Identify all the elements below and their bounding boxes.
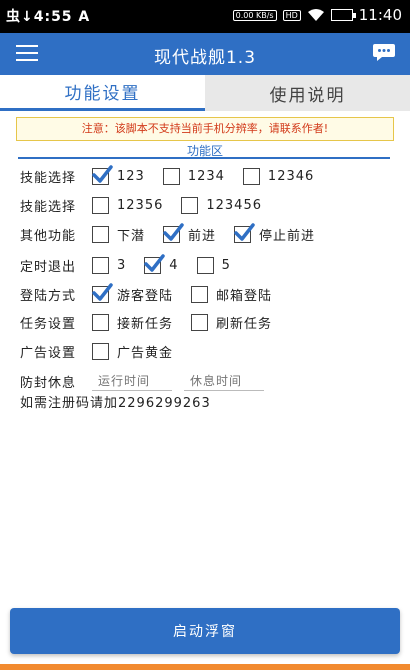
checkbox-checked[interactable]: [144, 253, 166, 274]
wifi-icon: [307, 9, 324, 21]
option[interactable]: 下潜: [92, 225, 145, 244]
checkbox[interactable]: [162, 167, 180, 185]
tab-bar: 功能设置 使用说明: [0, 75, 410, 111]
option-label: 刷新任务: [216, 316, 273, 332]
row-label: 其他功能: [20, 228, 77, 244]
option-label: 123456: [206, 197, 262, 213]
settings-row: 登陆方式 游客登陆 邮箱登陆: [20, 282, 290, 306]
option[interactable]: 停止前进: [234, 222, 316, 244]
anti-ban-label: 防封休息: [20, 375, 77, 391]
option-label: 下潜: [117, 228, 146, 244]
checkbox-checked[interactable]: [163, 222, 184, 243]
option-label: 广告黄金: [117, 345, 174, 361]
row-label: 登陆方式: [20, 288, 77, 304]
option-label: 4: [169, 257, 179, 273]
network-speed: 0.00 KB/s: [232, 9, 277, 21]
app-bar: 现代战舰1.3: [0, 33, 410, 75]
row-label: 定时退出: [20, 259, 77, 275]
run-time-input[interactable]: [92, 371, 172, 391]
settings-row: 技能选择 12356 123456: [20, 193, 280, 217]
bottom-strip: [0, 664, 410, 670]
option[interactable]: 12356: [92, 196, 164, 214]
option-label: 12346: [267, 168, 315, 184]
option[interactable]: 3: [92, 256, 127, 274]
checkbox[interactable]: [242, 167, 260, 185]
row-label: 技能选择: [20, 170, 77, 186]
option[interactable]: 广告黄金: [92, 342, 173, 361]
row-label: 任务设置: [20, 316, 77, 332]
option[interactable]: 刷新任务: [191, 313, 272, 332]
option-label: 1234: [187, 168, 225, 184]
hd-badge: HD: [282, 9, 301, 21]
checkbox[interactable]: [191, 285, 209, 303]
checkbox-checked[interactable]: [92, 282, 113, 303]
checkbox[interactable]: [196, 256, 214, 274]
option[interactable]: 接新任务: [92, 313, 173, 332]
anti-ban-row: 防封休息: [20, 369, 276, 393]
settings-row: 广告设置 广告黄金: [20, 339, 191, 363]
option[interactable]: 12346: [242, 167, 315, 185]
option-label: 12356: [117, 197, 164, 213]
checkbox-checked[interactable]: [92, 164, 113, 185]
option[interactable]: 5: [196, 256, 231, 274]
status-time: 11:40: [358, 6, 402, 24]
settings-row: 任务设置 接新任务 刷新任务: [20, 310, 290, 334]
option[interactable]: 123: [92, 164, 145, 185]
status-bar: 虫↓4:55 A 0.00 KB/s HD 11:40: [0, 0, 410, 33]
checkbox[interactable]: [92, 196, 109, 214]
option[interactable]: 4: [144, 253, 179, 274]
registration-info: 如需注册码请加2296299263: [20, 396, 211, 411]
tab-function-settings[interactable]: 功能设置: [0, 75, 205, 111]
settings-row: 定时退出 3 4 5: [20, 253, 249, 277]
settings-row: 其他功能 下潜 前进 停止前进: [20, 222, 333, 246]
option[interactable]: 1234: [162, 167, 225, 185]
option-label: 5: [221, 257, 231, 273]
section-divider: [18, 157, 390, 159]
tab-instructions[interactable]: 使用说明: [205, 75, 410, 111]
settings-row: 技能选择 123 1234 12346: [20, 164, 332, 188]
battery-icon: [330, 9, 356, 21]
option-label: 停止前进: [259, 228, 316, 244]
option-label: 游客登陆: [117, 288, 174, 304]
checkbox[interactable]: [92, 342, 109, 360]
notice-banner: 注意：该脚本不支持当前手机分辨率，请联系作者!: [16, 117, 394, 141]
option[interactable]: 前进: [163, 222, 217, 244]
row-label: 技能选择: [20, 199, 77, 215]
option-label: 邮箱登陆: [216, 288, 273, 304]
option-label: 前进: [188, 228, 217, 244]
app-title: 现代战舰1.3: [153, 48, 257, 68]
option-label: 3: [117, 257, 127, 273]
option[interactable]: 游客登陆: [92, 282, 174, 304]
rest-time-input[interactable]: [184, 371, 264, 391]
status-notifications: 虫↓4:55 A: [6, 9, 91, 25]
option-label: 接新任务: [117, 316, 174, 332]
checkbox[interactable]: [92, 256, 109, 274]
checkbox[interactable]: [92, 313, 109, 331]
chat-icon[interactable]: [372, 42, 396, 62]
option-label: 123: [117, 168, 145, 184]
option[interactable]: 邮箱登陆: [191, 285, 272, 304]
checkbox[interactable]: [191, 313, 209, 331]
status-indicators: 0.00 KB/s HD 11:40: [232, 6, 402, 24]
option[interactable]: 123456: [181, 196, 262, 214]
checkbox[interactable]: [92, 225, 109, 243]
checkbox[interactable]: [181, 196, 199, 214]
start-float-window-button[interactable]: 启动浮窗: [10, 608, 400, 654]
checkbox-checked[interactable]: [234, 222, 255, 243]
row-label: 广告设置: [20, 345, 77, 361]
